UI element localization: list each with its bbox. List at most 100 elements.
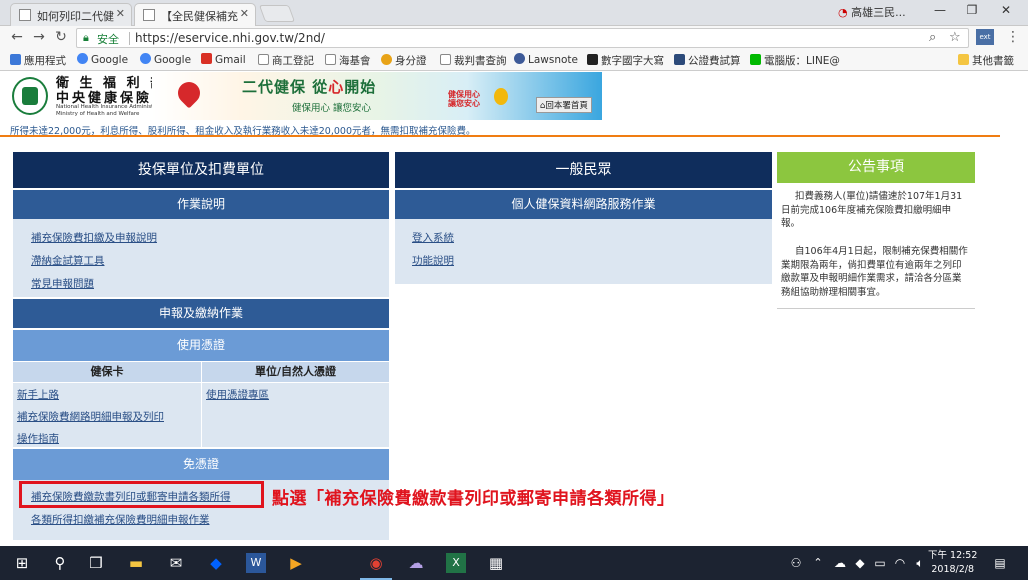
link-supplementary-premium-guide[interactable]: 補充保險費扣繳及申報說明 (31, 230, 157, 245)
file-explorer-icon[interactable]: ▬ (126, 553, 146, 573)
maximize-icon[interactable]: ❐ (958, 3, 986, 17)
bookmark-google-2[interactable]: Google (140, 53, 191, 66)
bookmarks-bar: 應用程式 Google Google Gmail 商工登記 海基會 身分證 裁判… (0, 50, 1028, 71)
lawsnote-icon (514, 53, 525, 64)
browser-tab-2[interactable]: 【全民健保補充 ✕ (134, 3, 256, 26)
banner-title: 二代健保 從心開始 (242, 78, 377, 96)
link-getting-started[interactable]: 新手上路 (17, 387, 59, 402)
link-late-fee-calculator[interactable]: 滯納金試算工具 (31, 253, 105, 268)
minimize-icon[interactable]: — (926, 3, 954, 17)
page-favicon-icon (19, 9, 31, 21)
new-tab-button[interactable] (258, 5, 296, 22)
bookmark-google-1[interactable]: Google (77, 53, 128, 66)
profile-button[interactable]: ◔ 高雄三民... (838, 4, 906, 20)
google-icon (140, 53, 151, 64)
link-faq[interactable]: 常見申報問題 (31, 276, 94, 291)
address-bar[interactable]: 🔒︎ 安全 https://eservice.nhi.gov.tw/2nd/ ⌕… (76, 28, 969, 48)
onenote-cloud-icon[interactable]: ☁ (406, 553, 426, 573)
media-player-icon[interactable]: ▶ (286, 553, 306, 573)
highlight-box (19, 481, 264, 508)
forward-arrow-icon[interactable]: → (30, 29, 48, 45)
bookmark-notary[interactable]: 公證費試算 (674, 53, 741, 68)
bookmark-other-folder[interactable]: 其他書籤 (958, 53, 1014, 68)
link-function-description[interactable]: 功能說明 (412, 253, 454, 268)
people-icon[interactable]: ⚇ (786, 553, 806, 573)
nhi-logo-icon[interactable] (12, 77, 48, 115)
announcement-item: 扣費義務人(單位)請儘速於107年1月31 日前完成106年度補充保險費扣繳明細… (781, 191, 963, 229)
panel-employer-title: 投保單位及扣費單位 (13, 152, 389, 188)
heart-icon (173, 77, 205, 109)
page-icon (440, 54, 451, 65)
browser-tab-1[interactable]: 如何列印二代健 ✕ (10, 3, 132, 26)
excel-icon[interactable]: X (446, 553, 466, 573)
id-icon (381, 54, 392, 65)
system-clock[interactable]: 下午 12:52 2018/2/8 (928, 549, 977, 577)
line-icon (750, 54, 761, 65)
announcements-body: 扣費義務人(單位)請儘速於107年1月31 日前完成106年度補充保險費扣繳明細… (777, 183, 975, 309)
page-icon (587, 54, 598, 65)
bookmark-lawsnote[interactable]: Lawsnote (514, 53, 578, 66)
bookmark-business-registry[interactable]: 商工登記 (258, 53, 314, 68)
instruction-callout: 點選「補充保險費繳款書列印或郵寄申請各類所得」 (272, 489, 675, 509)
unit-links-body: 使用憑證專區 (202, 383, 389, 447)
battery-icon[interactable]: ▭ (870, 553, 890, 573)
page-icon (325, 54, 336, 65)
tray-expand-icon[interactable]: ⌃ (808, 553, 828, 573)
site-header: 衛 生 福 利 部 中央健康保險署 National Health Insura… (0, 71, 1028, 121)
panel-public-title: 一般民眾 (395, 152, 772, 188)
bookmark-judgments[interactable]: 裁判書查詢 (440, 53, 507, 68)
bookmark-id-card[interactable]: 身分證 (381, 53, 427, 68)
photos-icon[interactable]: ▦ (486, 553, 506, 573)
dropbox-icon[interactable]: ◆ (206, 553, 226, 573)
onedrive-icon[interactable]: ☁ (830, 553, 850, 573)
bookmark-line[interactable]: 電腦版：LINE@ (750, 53, 840, 68)
tab-title: 【全民健保補充 (161, 10, 238, 23)
ops-links-body: 補充保險費扣繳及申報說明 滯納金試算工具 常見申報問題 (13, 219, 389, 297)
close-icon[interactable]: ✕ (116, 7, 125, 20)
google-icon (77, 53, 88, 64)
bookmark-numbers[interactable]: 數字國字大寫 (587, 53, 664, 68)
wifi-icon[interactable]: ◠ (890, 553, 910, 573)
url-text[interactable]: https://eservice.nhi.gov.tw/2nd/ (135, 31, 325, 45)
banner-subtitle: 健保用心 讓您安心 (292, 103, 372, 114)
section-no-certificate: 免憑證 (13, 449, 389, 480)
folder-icon (958, 54, 969, 65)
close-icon[interactable]: ✕ (240, 7, 249, 20)
link-online-declaration[interactable]: 補充保險費網路明細申報及列印 (17, 409, 164, 424)
zoom-search-icon[interactable]: ⌕ (929, 30, 936, 45)
bookmark-sef[interactable]: 海基會 (325, 53, 371, 68)
extension-icon[interactable]: ext (976, 29, 994, 45)
windows-start-icon[interactable]: ⊞ (12, 553, 32, 573)
task-view-icon[interactable]: ❒ (86, 553, 106, 573)
link-login[interactable]: 登入系統 (412, 230, 454, 245)
link-operation-guide[interactable]: 操作指南 (17, 431, 59, 446)
bookmark-star-icon[interactable]: ☆ (949, 30, 961, 45)
announcement-item: 自106年4月1日起，限制補充保費相關作 業期限為兩年，倘扣費單位有逾兩年之列印… (781, 246, 968, 298)
panel-announcements-title: 公告事項 (777, 152, 975, 183)
reload-icon[interactable]: ↻ (52, 29, 70, 45)
page-icon (674, 54, 685, 65)
link-withholding-declaration[interactable]: 各類所得扣繳補充保險費明細申報作業 (31, 512, 210, 527)
apps-grid-icon (10, 54, 21, 65)
menu-icon[interactable]: ⋮ (1004, 29, 1022, 45)
link-certificate-zone[interactable]: 使用憑證專區 (206, 387, 269, 402)
dropbox-tray-icon[interactable]: ◆ (850, 553, 870, 573)
profile-name: 高雄三民... (851, 6, 906, 19)
windows-taskbar: ⊞ ⚲ ❒ ▬ ✉ ◆ W ▶ ◉ ☁ X ▦ ⚇ ⌃ ☁ ◆ ▭ ◠ 🔈︎ 下… (0, 546, 1028, 580)
back-arrow-icon[interactable]: ← (8, 29, 26, 45)
lock-icon: 🔒︎ (83, 31, 89, 44)
section-operation-guide: 作業說明 (13, 190, 389, 219)
volume-icon[interactable]: 🔈︎ (910, 553, 930, 573)
notification-icon[interactable]: ▤ (990, 553, 1010, 573)
banner-bubble: 健保用心 讓您安心 (448, 90, 480, 108)
mail-icon[interactable]: ✉ (166, 553, 186, 573)
chrome-icon[interactable]: ◉ (366, 553, 386, 573)
close-window-icon[interactable]: ✕ (992, 3, 1020, 17)
bookmark-gmail[interactable]: Gmail (201, 53, 246, 66)
word-icon[interactable]: W (246, 553, 266, 573)
secure-label: 安全 (97, 33, 119, 46)
search-icon[interactable]: ⚲ (50, 553, 70, 573)
bookmark-apps[interactable]: 應用程式 (10, 53, 66, 68)
page-favicon-icon (143, 9, 155, 21)
home-link-button[interactable]: ⌂回本署首頁 (536, 97, 592, 113)
